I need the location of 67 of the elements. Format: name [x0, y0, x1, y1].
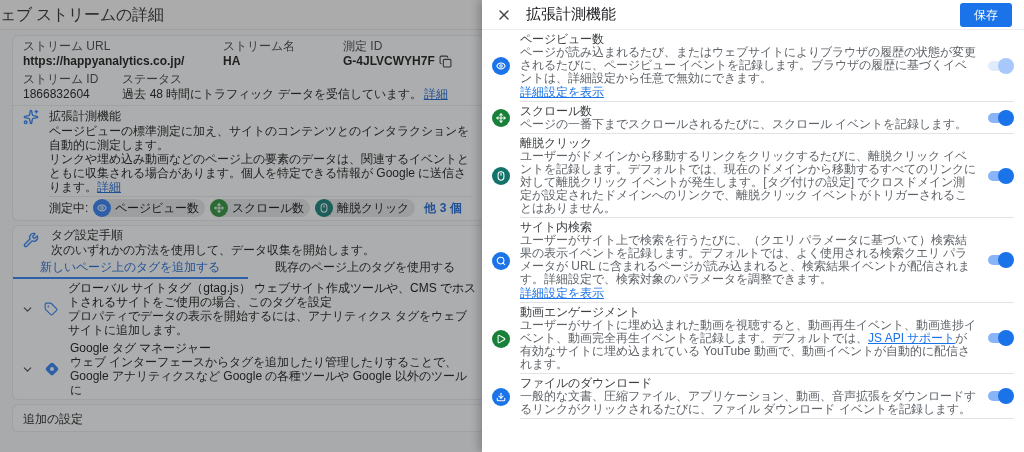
item-description: ページが読み込まれるたび、またはウェブサイトによりブラウザの履歴の状態が変更されるたびに、ページビュー イベントを記録します。ブラウザの履歴に基づくイベントは、詳細設定から任意で無効にできます。 — [520, 46, 977, 85]
field-label: 測定 ID — [343, 39, 384, 54]
section-title: タグ設定手順 — [51, 228, 124, 243]
event-chip: 離脱クリック — [315, 199, 416, 217]
field-label: ストリーム URL — [23, 39, 112, 54]
search-icon — [492, 251, 510, 270]
status-text: 過去 48 時間にトラフィック データを受信しています。 — [122, 87, 422, 102]
item-title: ファイルのダウンロード — [520, 376, 653, 390]
item-description: ユーザーがドメインから移動するリンクをクリックするたびに、離脱クリック イベントを記録します。デフォルトでは、現在のドメインから移動するすべてのリンクに対して離脱クリック イベントが発生します。[タグ付けの設定] でクロスドメイン測定が設定されたドメインへのリンクで、離脱クリック イベントがトリガーされることはありません。 — [520, 150, 977, 215]
copy-icon[interactable] — [438, 55, 452, 68]
toggle-switch[interactable] — [986, 252, 1014, 268]
toggle-switch[interactable] — [986, 167, 1014, 184]
tag-option[interactable]: グローバル サイトタグ（gtag.js） ウェブサイト作成ツールや、CMS でホストされるサイトをご使用の場合、このタグを設定 プロパティでデータの表示を開始するには、アナリティクス タグをウェブサイトに追加します。 — [13, 279, 482, 339]
field-value: 1866832604 — [23, 87, 91, 102]
description-text: ります。 — [49, 180, 97, 194]
event-chip: スクロール数 — [210, 199, 311, 217]
item-title: ページビュー数 — [520, 32, 605, 46]
more-link[interactable]: 他 3 個 — [424, 199, 462, 217]
toggle-switch[interactable] — [986, 330, 1014, 346]
sparkles-icon — [23, 109, 39, 125]
item-title: 離脱クリック — [520, 136, 593, 150]
wrench-icon — [23, 232, 39, 248]
option-title: グローバル サイトタグ（gtag.js） ウェブサイト作成ツールや、CMS でホストされるサイトをご使用の場合、このタグを設定 — [68, 281, 478, 309]
option-subtitle: プロパティでデータの表示を開始するには、アナリティクス タグをウェブサイトに追加します。 — [68, 309, 469, 337]
support-link[interactable]: JS API サポート — [868, 331, 956, 345]
mouse-icon — [492, 167, 510, 185]
description-text: リンクや埋め込み動画などのページ上の要素のデータは、関連するイベントとともに収集される場合があります。個人を特定できる情報が Google に送信さ — [49, 152, 470, 180]
item-description: ページの一番下までスクロールされるたびに、スクロール イベントを記録します。 — [520, 118, 969, 131]
toggle-switch[interactable] — [986, 388, 1014, 404]
item-title: 動画エンゲージメント — [520, 305, 641, 319]
scroll-icon — [492, 109, 510, 127]
item-description: 一般的な文書、圧縮ファイル、アプリケーション、動画、音声拡張をダウンロードするリンクがクリックされるたびに、ファイル ダウンロード イベントを記録します。 — [520, 390, 977, 416]
option-title: Google タグ マネージャー — [70, 341, 213, 355]
section-title: 追加の設定 — [23, 412, 83, 426]
measuring-label: 測定中: — [49, 200, 89, 217]
tab[interactable]: 新しいページ上のタグを追加する — [13, 258, 248, 279]
item-description: ユーザーがサイトに埋め込まれた動画を視聴すると、動画再生イベント、動画進捗イベント、動画完全再生イベントを記録します。デフォルトでは、JS API サポート が有効なサイトに埋め込まれている YouTube 動画で、動画イベントが自動的に配信されます。 — [520, 319, 977, 371]
eye-icon — [492, 57, 510, 75]
field-value: G-4JLVCWYH7F — [343, 54, 435, 69]
download-icon — [492, 387, 510, 406]
play-icon — [492, 329, 510, 348]
section-title: 拡張計測機能 — [49, 109, 122, 124]
description-text: ページビューの標準測定に加え、サイトのコンテンツとのインタラクションを自動的に測定します。 — [49, 124, 470, 152]
item-title: スクロール数 — [520, 104, 593, 118]
section-subtitle: 次のいずれかの方法を使用して、データ収集を開始します。 — [51, 243, 375, 258]
tab[interactable]: 既存のページ上のタグを使用する — [247, 258, 482, 279]
toggle-switch[interactable] — [986, 109, 1014, 126]
tag-option[interactable]: Google タグ マネージャー ウェブ インターフェースからタグを追加したり管理したりすることで、Google アナリティクスなど Google の各種ツールや Google 以外のツールに — [13, 339, 482, 399]
save-button[interactable]: 保存 — [960, 2, 1012, 27]
field-label: ステータス — [122, 72, 184, 87]
advanced-settings-link[interactable]: 詳細設定を表示 — [520, 286, 604, 300]
event-chip: ページビュー数 — [93, 199, 206, 217]
option-subtitle: ウェブ インターフェースからタグを追加したり管理したりすることで、Google アナリティクスなど Google の各種ツールや Google 以外のツールに — [70, 355, 468, 397]
item-title: サイト内検索 — [520, 220, 593, 234]
field-value: https://happyanalytics.co.jp/ — [23, 54, 185, 69]
mouse-icon — [315, 199, 334, 217]
page-title: ェブ ストリームの詳細 — [0, 4, 165, 25]
panel-title: 拡張計測機能 — [526, 4, 617, 25]
field-value: HA — [223, 54, 241, 69]
field-label: ストリーム ID — [23, 72, 99, 87]
scroll-icon — [210, 199, 229, 217]
field-label: ストリーム名 — [223, 39, 296, 54]
details-link[interactable]: 詳細 — [97, 180, 121, 194]
eye-icon — [93, 199, 112, 217]
details-link[interactable]: 詳細 — [423, 87, 448, 102]
item-description: ユーザーがサイト上で検索を行うたびに、（クエリ パラメータに基づいて）検索結果の表示イベントを記録します。デフォルトでは、よく使用される検索クエリ パラメータが URL に含まれるページが読み込まれると、検索結果イベントが配信されます。詳細設定で、検索対象のパラメータを調整できます。 — [520, 234, 972, 286]
tag-icon — [44, 302, 58, 316]
